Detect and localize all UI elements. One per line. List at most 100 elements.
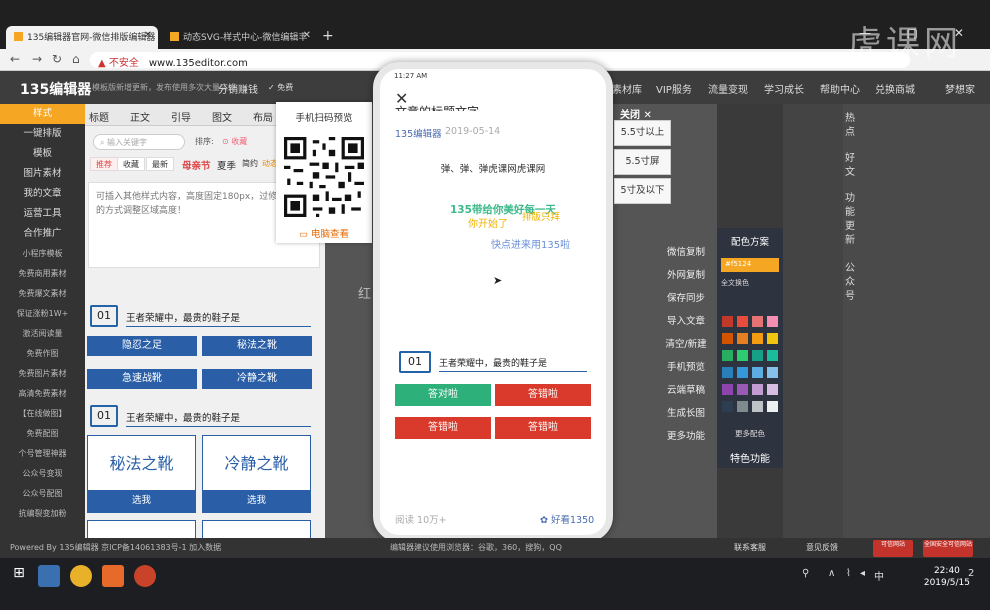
tab-layout[interactable]: 布局 (253, 109, 273, 124)
tool-button-7[interactable]: 生成长图 (655, 405, 717, 419)
sidebar-item-14[interactable]: 高清免费素材 (0, 384, 85, 404)
contact-service-link[interactable]: 联系客服 (734, 542, 766, 553)
nav-help[interactable]: 帮助中心 (820, 81, 860, 96)
nav-material[interactable]: 素材库 (612, 81, 642, 96)
full-text-recolor[interactable]: 全文换色 (721, 278, 749, 288)
clock[interactable]: 22:40 2019/5/15 (924, 565, 970, 589)
size-option-medium[interactable]: 5.5寸屏 (614, 149, 671, 175)
sidebar-item-2[interactable]: 模板 (0, 144, 85, 164)
sidebar-good-article[interactable]: 好文 (843, 152, 857, 180)
choice-card[interactable] (87, 520, 196, 538)
close-size-button[interactable]: 关闭 ✕ (620, 106, 652, 121)
close-preview-icon[interactable]: ✕ (395, 89, 408, 108)
nav-vip[interactable]: VIP服务 (656, 81, 692, 96)
fenxiao-link[interactable]: 分销赚钱 (218, 81, 258, 96)
like-count[interactable]: ✿ 好看1350 (540, 512, 594, 526)
color-swatch[interactable] (752, 350, 763, 361)
people-icon[interactable]: ⚲ (802, 568, 809, 579)
sidebar-item-4[interactable]: 我的文章 (0, 184, 85, 204)
sidebar-item-0[interactable]: 样式 (0, 104, 85, 124)
tool-button-6[interactable]: 云端草稿 (655, 382, 717, 396)
close-tab-icon[interactable]: ✕ (303, 30, 311, 41)
choice-card[interactable]: 秘法之靴 选我 (87, 435, 196, 513)
answer-wrong-button[interactable]: 答错啦 (495, 384, 591, 406)
user-name[interactable]: 梦想家 (945, 81, 975, 96)
more-colors-link[interactable]: 更多配色 (717, 428, 783, 439)
sidebar-item-10[interactable]: 保证涨粉1W+ (0, 304, 85, 324)
sidebar-item-13[interactable]: 免费图片素材 (0, 364, 85, 384)
app-icon[interactable] (38, 565, 60, 587)
windows-start-icon[interactable]: ⊞ (8, 565, 30, 587)
size-option-large[interactable]: 5.5寸以上 (614, 120, 671, 146)
answer-wrong-button[interactable]: 答错啦 (495, 417, 591, 439)
color-swatch[interactable] (722, 333, 733, 344)
choose-button[interactable]: 选我 (203, 490, 310, 512)
sidebar-item-19[interactable]: 公众号配图 (0, 484, 85, 504)
nav-monetize[interactable]: 流量变现 (708, 81, 748, 96)
color-swatch[interactable] (737, 401, 748, 412)
folder-icon[interactable] (102, 565, 124, 587)
free-toggle[interactable]: ✓ 免费 (268, 82, 293, 93)
browser-tab-active[interactable]: 135编辑器官网-微信排版编辑器 ✕ (6, 26, 158, 49)
sidebar-hot[interactable]: 热点 (843, 112, 857, 140)
choose-button[interactable]: 选我 (88, 490, 195, 512)
tool-button-4[interactable]: 清空/新建 (655, 336, 717, 350)
color-swatch[interactable] (722, 316, 733, 327)
answer-button[interactable]: 隐忍之足 (87, 336, 197, 356)
color-swatch[interactable] (752, 367, 763, 378)
sidebar-item-17[interactable]: 个号管理神器 (0, 444, 85, 464)
sidebar-item-20[interactable]: 抗编裂变加粉 (0, 504, 85, 524)
color-swatch[interactable] (722, 401, 733, 412)
sidebar-item-1[interactable]: 一键排版 (0, 124, 85, 144)
special-features-link[interactable]: 特色功能 (717, 450, 783, 465)
tab-body[interactable]: 正文 (130, 109, 150, 124)
browser-tab[interactable]: 动态SVG-样式中心-微信编辑丰 ✕ (162, 26, 317, 49)
color-swatch[interactable] (722, 367, 733, 378)
sidebar-item-3[interactable]: 图片素材 (0, 164, 85, 184)
powerpoint-icon[interactable] (134, 565, 156, 587)
tab-title[interactable]: 标题 (89, 109, 109, 124)
ime-indicator[interactable]: 中 (874, 568, 884, 583)
answer-button[interactable]: 急速战靴 (87, 369, 197, 389)
tool-button-0[interactable]: 微信复制 (655, 244, 717, 258)
sidebar-item-6[interactable]: 合作推广 (0, 224, 85, 244)
answer-button[interactable]: 秘法之靴 (202, 336, 312, 356)
color-swatch[interactable] (737, 350, 748, 361)
filter-recommend[interactable]: 推荐 (90, 157, 118, 171)
question-header[interactable]: 01 王者荣耀中，最贵的鞋子是 (90, 405, 318, 427)
sidebar-item-8[interactable]: 免费商用素材 (0, 264, 85, 284)
sidebar-item-12[interactable]: 免费作图 (0, 344, 85, 364)
security-badge[interactable]: 全国安全可信网站 (923, 540, 973, 557)
size-option-small[interactable]: 5寸及以下 (614, 178, 671, 204)
color-swatch[interactable] (722, 350, 733, 361)
home-icon[interactable]: ⌂ (72, 52, 80, 66)
color-hex-input[interactable]: #f5124 (721, 258, 779, 272)
nav-learn[interactable]: 学习成长 (764, 81, 804, 96)
answer-wrong-button[interactable]: 答错啦 (395, 417, 491, 439)
network-icon[interactable]: ⌇ (846, 568, 851, 579)
color-swatch[interactable] (752, 316, 763, 327)
back-icon[interactable]: ← (10, 52, 20, 66)
color-swatch[interactable] (752, 384, 763, 395)
question-header[interactable]: 01 王者荣耀中，最贵的鞋子是 (90, 305, 318, 327)
article-author[interactable]: 135编辑器 (395, 126, 442, 140)
color-swatch[interactable] (767, 316, 778, 327)
sidebar-item-15[interactable]: 【在线做图】 (0, 404, 85, 424)
sidebar-updates[interactable]: 功能更新 (843, 192, 857, 248)
tool-button-8[interactable]: 更多功能 (655, 428, 717, 442)
tool-button-1[interactable]: 外网复制 (655, 267, 717, 281)
color-swatch[interactable] (752, 401, 763, 412)
site-logo[interactable]: 135编辑器 (20, 79, 91, 99)
answer-correct-button[interactable]: 答对啦 (395, 384, 491, 406)
filter-mothers-day[interactable]: 母亲节 (177, 157, 216, 172)
volume-icon[interactable]: ◂ (860, 568, 865, 579)
sidebar-official[interactable]: 公众号 (843, 262, 857, 304)
sort-favorite[interactable]: ⊙ 收藏 (222, 136, 247, 147)
close-tab-icon[interactable]: ✕ (144, 30, 152, 41)
sidebar-item-18[interactable]: 公众号变现 (0, 464, 85, 484)
filter-latest[interactable]: 最新 (146, 157, 174, 171)
color-swatch[interactable] (737, 367, 748, 378)
sidebar-item-9[interactable]: 免费爆文素材 (0, 284, 85, 304)
sidebar-item-11[interactable]: 激活阅读量 (0, 324, 85, 344)
tab-guide[interactable]: 引导 (171, 109, 191, 124)
